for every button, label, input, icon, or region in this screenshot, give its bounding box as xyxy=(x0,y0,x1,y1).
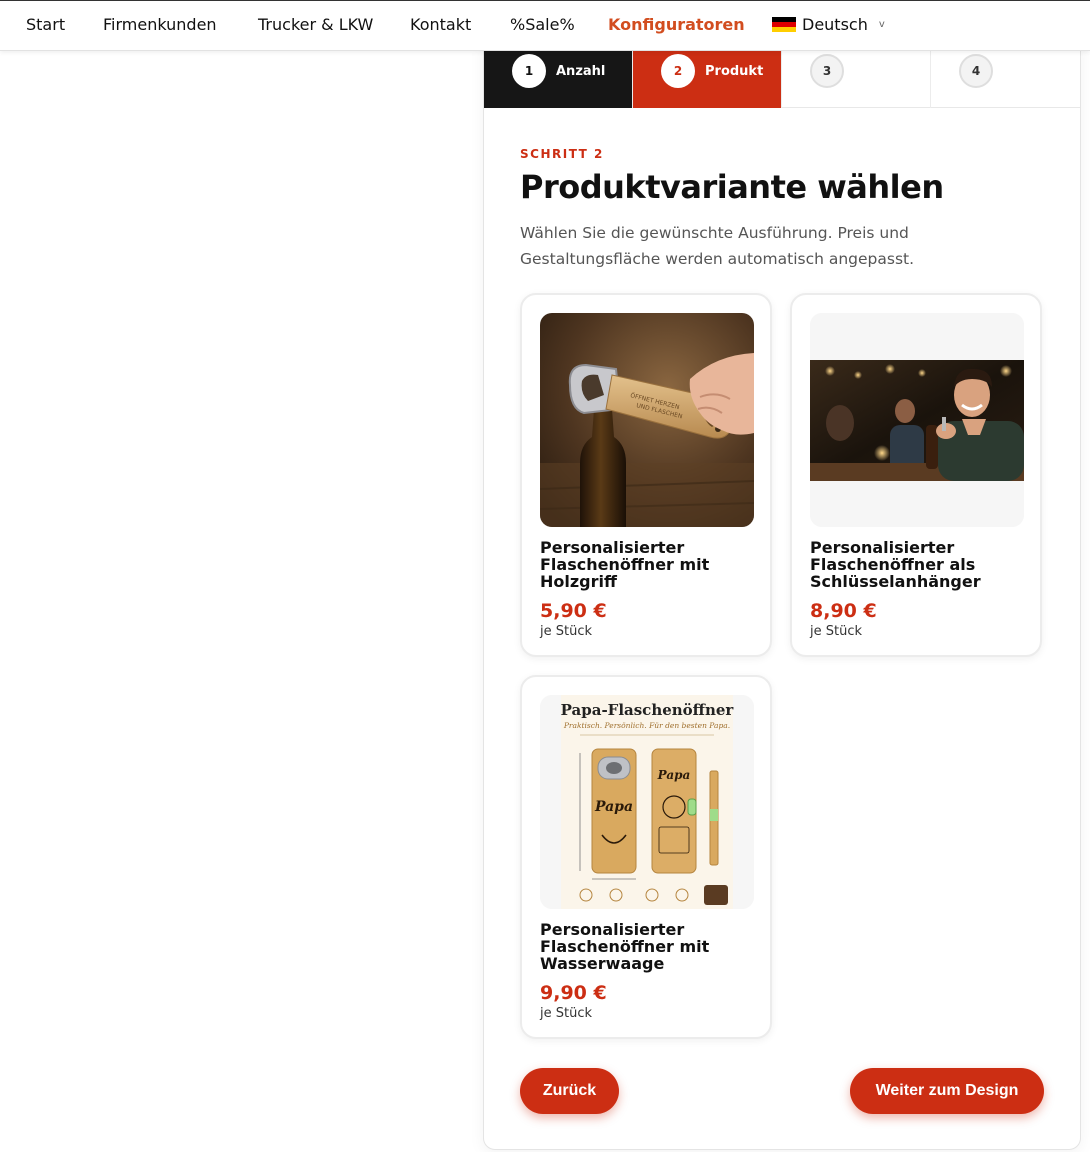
promo-word-back: Papa xyxy=(657,768,691,782)
promo-subtitle: Praktisch. Persönlich. Für den besten Pa… xyxy=(563,721,730,730)
product-price: 5,90 € xyxy=(540,600,607,622)
step-number: 4 xyxy=(959,54,993,88)
product-image-wasserwaage: Papa-Flaschenöffner Praktisch. Persönlic… xyxy=(540,695,754,909)
next-design-button[interactable]: Weiter zum Design xyxy=(850,1068,1044,1114)
step-number: 3 xyxy=(810,54,844,88)
language-label: Deutsch xyxy=(802,15,868,34)
product-card-holzgriff[interactable]: ÖFFNET HERZEN UND FLASCHEN Personalisier… xyxy=(520,293,772,657)
product-card-schluesselanhaenger[interactable]: Personalisierter Flaschenöffner als Schl… xyxy=(790,293,1042,657)
promo-word: Papa xyxy=(594,799,633,815)
chevron-down-icon: v xyxy=(878,19,885,30)
product-price: 9,90 € xyxy=(540,982,607,1004)
top-navigation: Start Firmenkunden Trucker & LKW Kontakt… xyxy=(0,0,1090,51)
product-card-wasserwaage[interactable]: Papa-Flaschenöffner Praktisch. Persönlic… xyxy=(520,675,772,1039)
step-eyebrow: SCHRITT 2 xyxy=(520,147,604,161)
step-label: Anzahl xyxy=(556,64,606,79)
nav-konfiguratoren[interactable]: Konfiguratoren xyxy=(608,15,745,34)
product-name: Personalisierter Flaschenöffner mit Wass… xyxy=(540,920,710,973)
nav-trucker[interactable]: Trucker & LKW xyxy=(258,15,373,34)
product-image-holzgriff: ÖFFNET HERZEN UND FLASCHEN xyxy=(540,313,754,527)
page-title: Produktvariante wählen xyxy=(520,168,944,206)
step-number: 1 xyxy=(512,54,546,88)
nav-sale[interactable]: %Sale% xyxy=(510,15,575,34)
product-unit: je Stück xyxy=(540,624,593,639)
product-image-schluesselanhaenger xyxy=(810,313,1024,527)
configurator-panel: 1 Anzahl 2 Produkt 3 4 SCHRITT 2 Produkt… xyxy=(483,33,1081,1150)
page-subtitle: Wählen Sie die gewünschte Ausführung. Pr… xyxy=(520,224,915,268)
step-number: 2 xyxy=(661,54,695,88)
nav-kontakt[interactable]: Kontakt xyxy=(410,15,471,34)
nav-start[interactable]: Start xyxy=(26,15,65,34)
back-button[interactable]: Zurück xyxy=(520,1068,619,1114)
product-name: Personalisierter Flaschenöffner als Schl… xyxy=(810,538,981,591)
product-unit: je Stück xyxy=(540,1006,593,1021)
product-name: Personalisierter Flaschenöffner mit Holz… xyxy=(540,538,710,591)
nav-firmenkunden[interactable]: Firmenkunden xyxy=(103,15,217,34)
german-flag-icon xyxy=(772,16,796,33)
step-label: Produkt xyxy=(705,64,764,79)
product-unit: je Stück xyxy=(810,624,863,639)
language-selector[interactable]: Deutsch v xyxy=(772,15,885,34)
promo-title: Papa-Flaschenöffner xyxy=(561,701,735,719)
product-price: 8,90 € xyxy=(810,600,877,622)
